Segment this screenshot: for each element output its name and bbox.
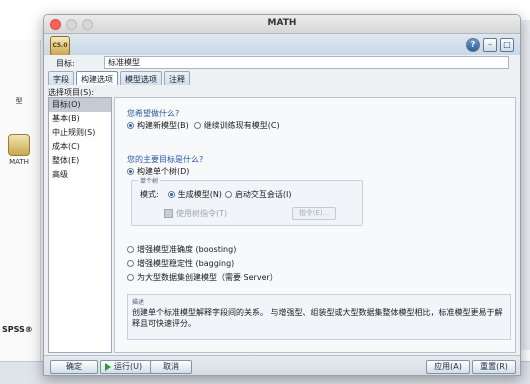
list-item-stopping-rules[interactable]: 中止规则(S)	[49, 126, 111, 140]
help-icon[interactable]: ?	[466, 38, 480, 52]
use-tree-directive-label: 使用树指令(T)	[176, 209, 228, 218]
window-title: MATH	[267, 18, 297, 28]
tab-build-options[interactable]: 构建选项	[76, 71, 118, 85]
play-icon	[105, 363, 111, 371]
radio-unselected-icon	[127, 260, 134, 267]
minimize-icon[interactable]: –	[483, 38, 497, 52]
item-list: 目标(O) 基本(B) 中止规则(S) 成本(C) 整体(E) 高级	[48, 97, 112, 353]
interactive-session-label: 启动交互会话(I)	[234, 190, 292, 199]
background-node-label: 型	[15, 97, 23, 105]
radio-unselected-icon	[127, 246, 134, 253]
list-item-costs[interactable]: 成本(C)	[49, 140, 111, 154]
build-new-model-option[interactable]: 构建新模型(B) 继续训练现有模型(C)	[127, 120, 280, 131]
dialog-header: C5.0 ? – □	[44, 34, 520, 57]
apply-button[interactable]: 应用(A)	[426, 360, 470, 374]
objective-panel: 您希望做什么? 构建新模型(B) 继续训练现有模型(C) 您的主要目标是什么? …	[114, 97, 516, 353]
tab-bar: 字段 构建选项 模型选项 注释	[44, 71, 190, 85]
reset-button[interactable]: 重置(R)	[472, 360, 516, 374]
c50-node-icon: C5.0	[50, 36, 70, 56]
maximize-icon[interactable]: □	[500, 38, 514, 52]
model-dialog: MATH C5.0 ? – □ 目标: 标准模型 字段 构建选项 模型选项 注释…	[43, 14, 521, 376]
bagging-option[interactable]: 增强模型稳定性 (bagging)	[127, 258, 234, 269]
server-label: 为大型数据集创建模型（需要 Server）	[137, 273, 278, 282]
button-bar: 确定 运行(U) 取消 应用(A) 重置(R)	[44, 355, 520, 375]
mode-label: 模式:	[140, 190, 159, 199]
generate-model-label: 生成模型(N)	[177, 190, 222, 199]
description-caption: 描述	[132, 299, 145, 306]
use-tree-directive-row: 使用树指令(T)	[164, 208, 227, 219]
ok-button[interactable]: 确定	[50, 360, 98, 374]
boosting-option[interactable]: 增强模型准确度 (boosting)	[127, 244, 236, 255]
use-tree-directive-checkbox[interactable]	[164, 209, 173, 218]
boosting-label: 增强模型准确度 (boosting)	[137, 245, 237, 254]
continue-training-label: 继续训练现有模型(C)	[203, 121, 280, 130]
tab-fields[interactable]: 字段	[48, 71, 74, 85]
run-button[interactable]: 运行(U)	[100, 360, 156, 374]
list-item-ensembles[interactable]: 整体(E)	[49, 154, 111, 168]
target-field[interactable]: 标准模型	[104, 56, 509, 69]
model-node-icon	[8, 134, 30, 156]
list-item-objective[interactable]: 目标(O)	[49, 98, 111, 112]
target-label: 目标:	[56, 59, 75, 68]
list-item-basic[interactable]: 基本(B)	[49, 112, 111, 126]
radio-selected-icon	[127, 122, 134, 129]
mode-row: 模式: 生成模型(N) 启动交互会话(I)	[140, 189, 292, 200]
single-tree-group: 单个树 模式: 生成模型(N) 启动交互会话(I) 使用树指令(T) 指令(E)…	[131, 176, 363, 226]
tab-model-options[interactable]: 模型选项	[120, 71, 162, 85]
radio-selected-icon	[127, 168, 134, 175]
background-node-math[interactable]: MATH	[4, 134, 34, 166]
description-text: 创建单个标准模型解释字段间的关系。 与增强型、组装型或大型数据集整体模型相比，标…	[132, 308, 503, 328]
bagging-label: 增强模型稳定性 (bagging)	[137, 259, 235, 268]
radio-interactive-session[interactable]	[224, 191, 232, 198]
radio-continue-training[interactable]	[193, 122, 201, 129]
radio-unselected-icon	[127, 274, 134, 281]
radio-generate-model[interactable]	[167, 191, 175, 198]
title-bar: MATH	[44, 15, 520, 34]
tab-annotations[interactable]: 注释	[164, 71, 190, 85]
server-option[interactable]: 为大型数据集创建模型（需要 Server）	[127, 272, 278, 283]
spss-label: SPSS®	[2, 325, 33, 334]
question-what-to-do: 您希望做什么?	[127, 109, 180, 118]
directives-button[interactable]: 指令(E)...	[292, 207, 336, 220]
question-main-goal: 您的主要目标是什么?	[127, 155, 204, 164]
cancel-button[interactable]: 取消	[150, 360, 192, 374]
description-box: 描述 创建单个标准模型解释字段间的关系。 与增强型、组装型或大型数据集整体模型相…	[127, 294, 511, 340]
run-label: 运行(U)	[114, 362, 143, 371]
single-tree-caption: 单个树	[138, 176, 161, 185]
build-new-model-label: 构建新模型(B)	[137, 121, 189, 130]
target-row: 目标: 标准模型	[44, 55, 520, 69]
list-item-advanced[interactable]: 高级	[49, 168, 111, 182]
